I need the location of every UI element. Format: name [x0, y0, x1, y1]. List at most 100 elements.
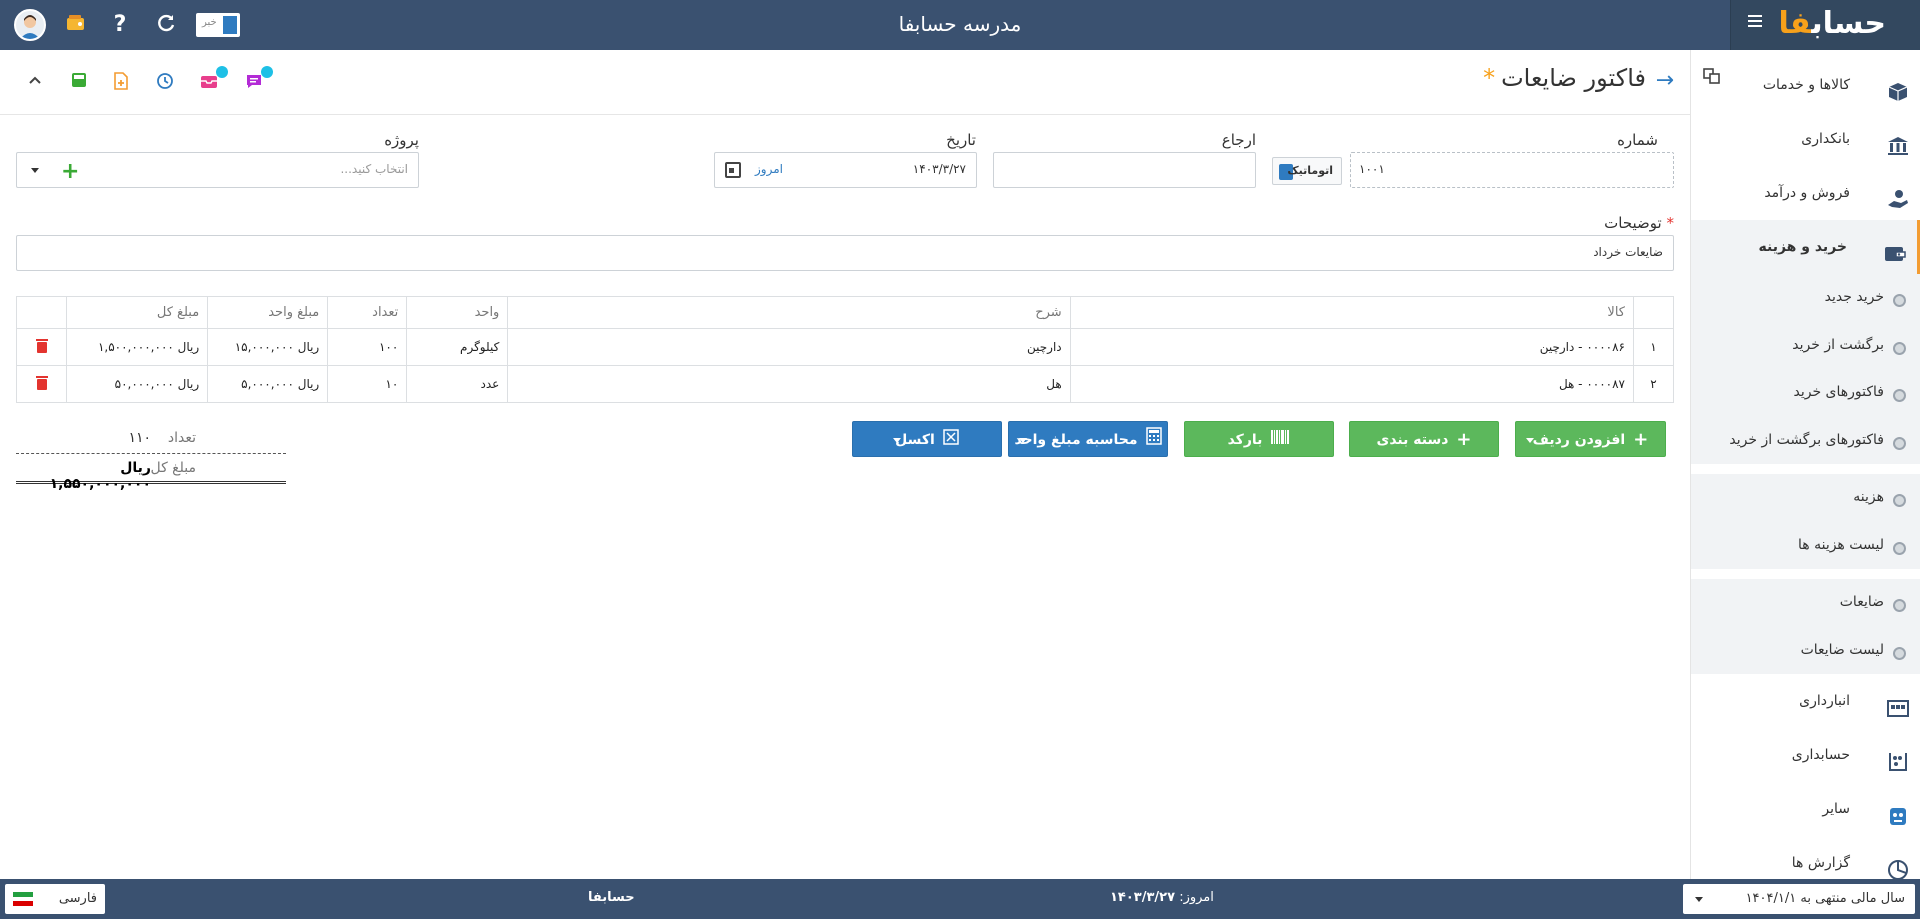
brand-logo[interactable]: حسابفا: [1778, 6, 1886, 41]
add-row-button[interactable]: +افزودن ردیف: [1515, 421, 1666, 457]
row-item[interactable]: ۰۰۰۰۸۷ - هل: [1069, 365, 1634, 403]
sidebar-item-accounting[interactable]: حسابداری: [1691, 728, 1920, 782]
col-quantity: تعداد: [327, 296, 408, 329]
chat-icon[interactable]: [243, 66, 273, 94]
sidebar-item-products[interactable]: کالاها و خدمات: [1691, 58, 1920, 112]
sidebar-submenu: خرید جدید برگشت از خرید فاکتورهای خرید ف…: [1691, 274, 1920, 674]
table-row[interactable]: ۱ ۰۰۰۰۸۶ - دارچین دارچین کیلوگرم ۱۰۰ ریا…: [15, 328, 1675, 366]
fiscal-year-select[interactable]: سال مالی منتهی به ۱۴۰۴/۱/۱: [1683, 884, 1915, 914]
sidebar-item-warehouse[interactable]: انبارداری: [1691, 674, 1920, 728]
delete-row-button[interactable]: [15, 328, 68, 366]
row-unit-price[interactable]: ریال ۵,۰۰۰,۰۰۰: [207, 365, 329, 403]
sidebar-item-banking[interactable]: بانکداری: [1691, 112, 1920, 166]
misc-icon: [1886, 797, 1910, 825]
row-unit[interactable]: عدد: [406, 365, 509, 403]
date-label: تاریخ: [946, 131, 976, 149]
user-avatar[interactable]: [14, 9, 46, 41]
report-icon: [1886, 851, 1910, 880]
history-icon[interactable]: [154, 72, 176, 94]
iran-flag-icon: [13, 892, 33, 906]
row-unit[interactable]: کیلوگرم: [406, 328, 509, 366]
sidebar-subitem-expense[interactable]: هزینه: [1691, 474, 1920, 522]
inbox-icon[interactable]: [198, 66, 228, 94]
date-input[interactable]: ۱۴۰۳/۳/۲۷ امروز: [714, 152, 977, 188]
amount-total-row: مبلغ کل ریال ۱,۵۵۰,۰۰۰,۰۰۰: [16, 454, 286, 492]
sidebar-item-misc[interactable]: سایر: [1691, 782, 1920, 836]
plus-icon: +: [1633, 429, 1649, 450]
sidebar: کالاها و خدمات بانکداری فروش و درآمد خری…: [1690, 50, 1920, 880]
add-project-icon[interactable]: +: [61, 159, 79, 184]
trash-icon: [35, 338, 48, 353]
save-icon[interactable]: [68, 72, 90, 94]
barcode-icon: [1270, 422, 1290, 458]
today-link[interactable]: امروز: [755, 162, 783, 176]
page-title: فاکتور ضایعات*: [1483, 64, 1646, 92]
project-select[interactable]: انتخاب کنید... +: [16, 152, 419, 188]
calc-unit-price-button[interactable]: محاسبه مبلغ واحد: [1008, 421, 1168, 457]
row-quantity[interactable]: ۱۰۰: [327, 328, 408, 366]
page-header: → فاکتور ضایعات*: [0, 50, 1690, 115]
back-arrow-icon[interactable]: →: [1656, 68, 1674, 93]
row-total: ریال ۵۰,۰۰۰,۰۰۰: [66, 365, 209, 403]
sidebar-subitem-purchase-return[interactable]: برگشت از خرید: [1691, 322, 1920, 370]
reference-input[interactable]: [993, 152, 1256, 188]
news-toggle[interactable]: خبر: [196, 13, 240, 37]
add-document-icon[interactable]: [110, 72, 132, 94]
number-field[interactable]: ۱۰۰۱: [1350, 152, 1674, 188]
divider: [1691, 569, 1920, 579]
notification-badge: [261, 66, 273, 78]
table-header-row: کالا شرح واحد تعداد مبلغ واحد مبلغ کل: [15, 296, 1675, 329]
totals-panel: تعداد ۱۱۰ مبلغ کل ریال ۱,۵۵۰,۰۰۰,۰۰۰: [16, 424, 286, 492]
sidebar-subitem-waste-list[interactable]: لیست ضایعات: [1691, 627, 1920, 675]
sidebar-subitem-purchase-invoices[interactable]: فاکتورهای خرید: [1691, 369, 1920, 417]
wallet-icon: [1883, 235, 1907, 261]
sidebar-subitem-new-purchase[interactable]: خرید جدید: [1691, 274, 1920, 322]
row-description[interactable]: دارچین: [507, 328, 1071, 366]
col-unit: واحد: [406, 296, 509, 329]
refresh-icon[interactable]: [154, 13, 178, 37]
chevron-down-icon: [1019, 438, 1027, 443]
description-label: * توضیحات: [1604, 214, 1674, 232]
row-item[interactable]: ۰۰۰۰۸۶ - دارچین: [1069, 328, 1634, 366]
language-select[interactable]: فارسی: [5, 884, 105, 914]
table-row[interactable]: ۲ ۰۰۰۰۸۷ - هل هل عدد ۱۰ ریال ۵,۰۰۰,۰۰۰ ر…: [15, 365, 1675, 403]
number-label: شماره: [1617, 131, 1658, 149]
menu-toggle-icon[interactable]: [1748, 15, 1762, 29]
logo-area: حسابفا: [1730, 0, 1920, 50]
sidebar-item-sales[interactable]: فروش و درآمد: [1691, 166, 1920, 220]
sidebar-item-purchases[interactable]: خرید و هزینه: [1691, 220, 1920, 274]
today-date: امروز: ۱۴۰۳/۳/۲۷: [1110, 890, 1214, 905]
sidebar-subitem-return-invoices[interactable]: فاکتورهای برگشت از خرید: [1691, 417, 1920, 465]
col-description: شرح: [507, 296, 1071, 329]
calculator-icon: [1145, 422, 1162, 458]
description-input[interactable]: ضایعات خرداد: [16, 235, 1674, 271]
top-bar: مدرسه حسابفا حسابفا ? خبر: [0, 0, 1920, 50]
barcode-button[interactable]: بارکد: [1184, 421, 1334, 457]
categorize-button[interactable]: +دسته بندی: [1349, 421, 1499, 457]
project-label: پروژه: [384, 131, 419, 149]
trash-icon: [35, 375, 48, 390]
calendar-icon[interactable]: [725, 162, 741, 178]
chevron-down-icon[interactable]: [1526, 438, 1534, 443]
col-total: مبلغ کل: [66, 296, 209, 329]
delete-row-button[interactable]: [15, 365, 68, 403]
chevron-up-icon[interactable]: [24, 72, 46, 94]
help-icon[interactable]: ?: [108, 13, 132, 37]
plus-icon: +: [1456, 429, 1472, 450]
sidebar-subitem-waste[interactable]: ضایعات: [1691, 579, 1920, 627]
row-index: ۲: [1632, 365, 1675, 403]
excel-button[interactable]: اکسل: [852, 421, 1002, 457]
row-unit-price[interactable]: ریال ۱۵,۰۰۰,۰۰۰: [207, 328, 329, 366]
col-unit-price: مبلغ واحد: [207, 296, 329, 329]
divider: [1691, 464, 1920, 474]
row-quantity[interactable]: ۱۰: [327, 365, 408, 403]
footer-bar: سال مالی منتهی به ۱۴۰۴/۱/۱ امروز: ۱۴۰۳/۳…: [0, 879, 1920, 919]
sidebar-subitem-expense-list[interactable]: لیست هزینه ها: [1691, 522, 1920, 570]
auto-number-checkbox[interactable]: اتوماتیک: [1272, 157, 1342, 185]
chevron-down-icon: [1695, 897, 1703, 902]
wallet-icon[interactable]: [64, 13, 88, 37]
chevron-down-icon[interactable]: [31, 168, 39, 173]
items-table: کالا شرح واحد تعداد مبلغ واحد مبلغ کل ۱ …: [15, 296, 1675, 403]
col-actions: [15, 296, 68, 329]
row-description[interactable]: هل: [507, 365, 1071, 403]
